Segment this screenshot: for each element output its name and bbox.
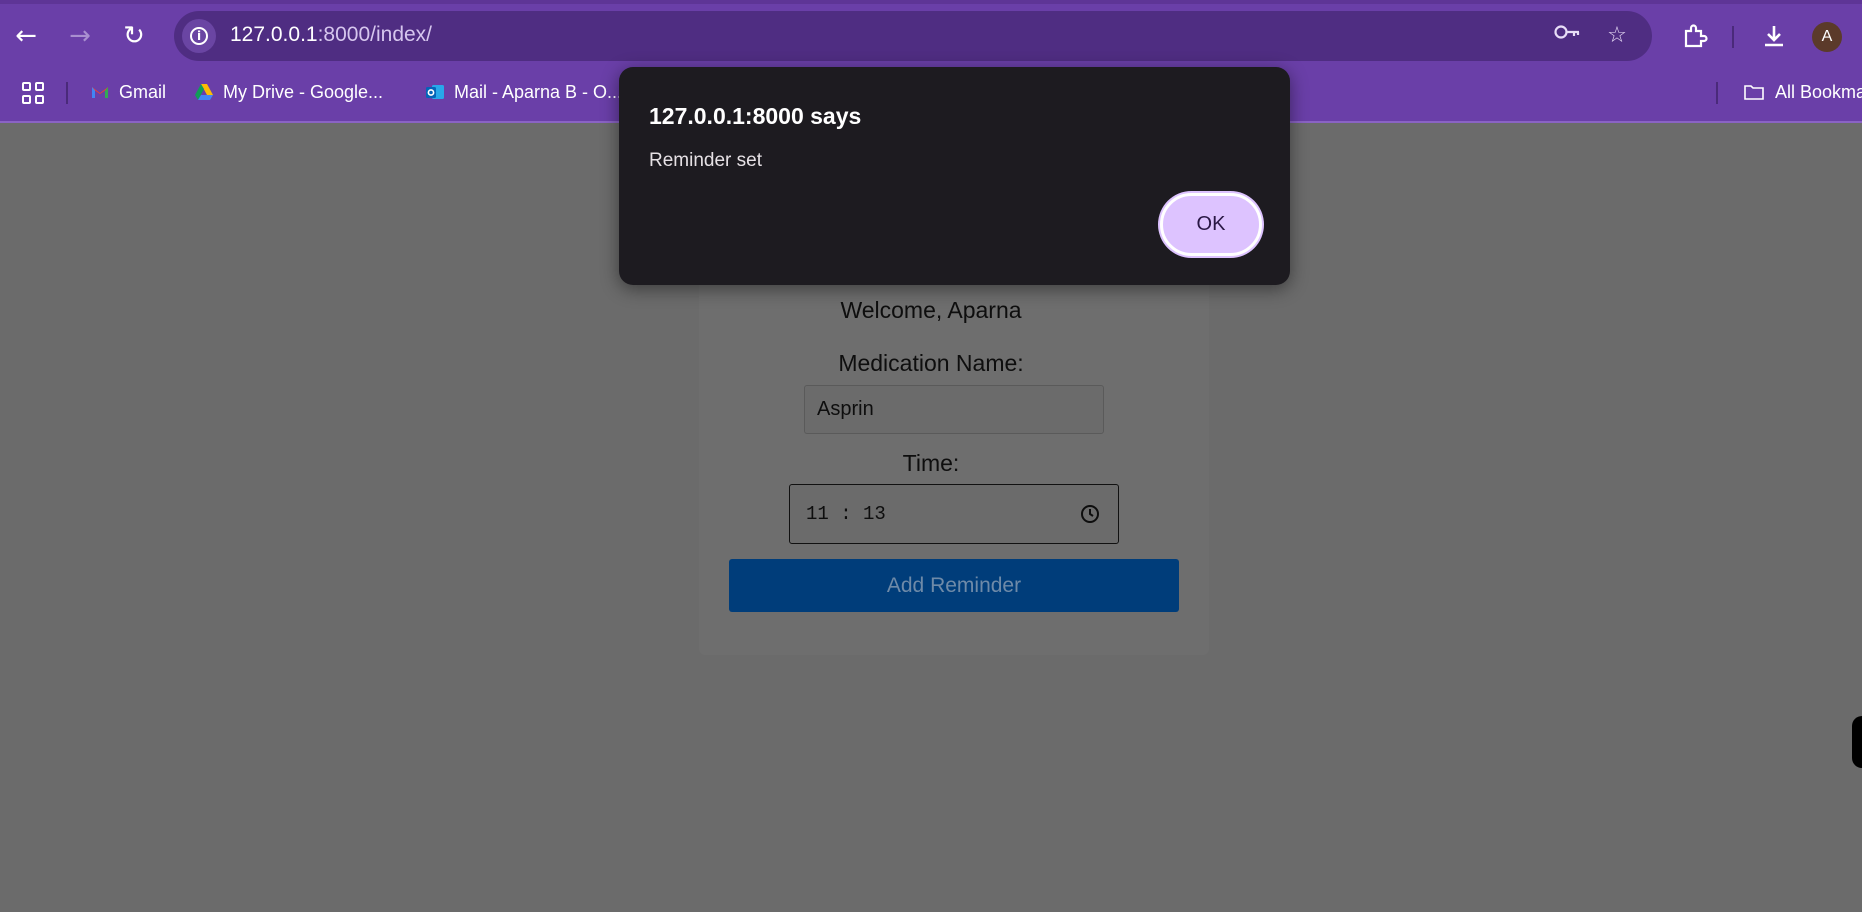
reload-icon[interactable]: ↻	[114, 16, 154, 56]
bookmark-outlook-mail[interactable]: Mail - Aparna B - O...	[425, 78, 622, 106]
page-edge-widget[interactable]	[1852, 716, 1862, 768]
gmail-icon	[92, 87, 108, 98]
password-key-icon[interactable]	[1552, 21, 1582, 51]
bookmark-gmail[interactable]: Gmail	[90, 78, 166, 106]
apps-grid-icon[interactable]	[22, 82, 44, 104]
medication-name-label: Medication Name:	[838, 350, 1024, 376]
bookmark-google-drive[interactable]: My Drive - Google...	[194, 78, 383, 106]
all-bookmarks-folder[interactable]: All Bookmarks	[1742, 78, 1862, 106]
bookmark-label: My Drive - Google...	[223, 81, 384, 102]
bookmarks-divider	[1716, 82, 1718, 104]
outlook-icon	[426, 85, 444, 99]
clock-icon[interactable]	[1080, 504, 1100, 524]
url-text[interactable]: 127.0.0.1:8000/index/	[230, 23, 432, 47]
time-label: Time:	[902, 450, 960, 476]
browser-toolbar: ← → ↻ i 127.0.0.1:8000/index/ ☆ A	[0, 8, 1862, 64]
address-bar[interactable]: i 127.0.0.1:8000/index/ ☆	[174, 11, 1652, 61]
url-host: 127.0.0.1	[230, 23, 318, 46]
ok-button[interactable]: OK	[1160, 193, 1262, 256]
time-input[interactable]: 11 : 13	[789, 484, 1119, 544]
url-path: :8000/index/	[317, 23, 433, 46]
google-drive-icon	[195, 84, 213, 100]
folder-icon	[1744, 85, 1764, 100]
bookmarks-divider	[66, 82, 68, 104]
download-icon[interactable]	[1754, 16, 1794, 56]
dialog-title: 127.0.0.1:8000 says	[649, 103, 862, 129]
all-bookmarks-label: All Bookmarks	[1775, 81, 1862, 102]
site-info-icon[interactable]: i	[182, 19, 216, 53]
welcome-heading: Welcome, Aparna	[840, 297, 1022, 323]
add-reminder-button[interactable]: Add Reminder	[729, 559, 1179, 612]
extensions-puzzle-icon[interactable]	[1675, 16, 1715, 56]
alert-dialog: 127.0.0.1:8000 says Reminder set OK	[619, 67, 1290, 285]
medication-name-input[interactable]: Asprin	[804, 385, 1104, 434]
bookmark-label: Gmail	[119, 81, 167, 102]
time-value: 11 : 13	[806, 503, 886, 525]
dialog-message: Reminder set	[649, 150, 762, 171]
forward-arrow-icon[interactable]: →	[60, 16, 100, 56]
toolbar-divider	[1732, 26, 1734, 48]
bookmark-star-icon[interactable]: ☆	[1602, 21, 1632, 51]
bookmark-label: Mail - Aparna B - O...	[454, 81, 623, 102]
tab-strip	[0, 0, 1862, 4]
back-arrow-icon[interactable]: ←	[6, 16, 46, 56]
profile-avatar[interactable]: A	[1812, 22, 1842, 52]
